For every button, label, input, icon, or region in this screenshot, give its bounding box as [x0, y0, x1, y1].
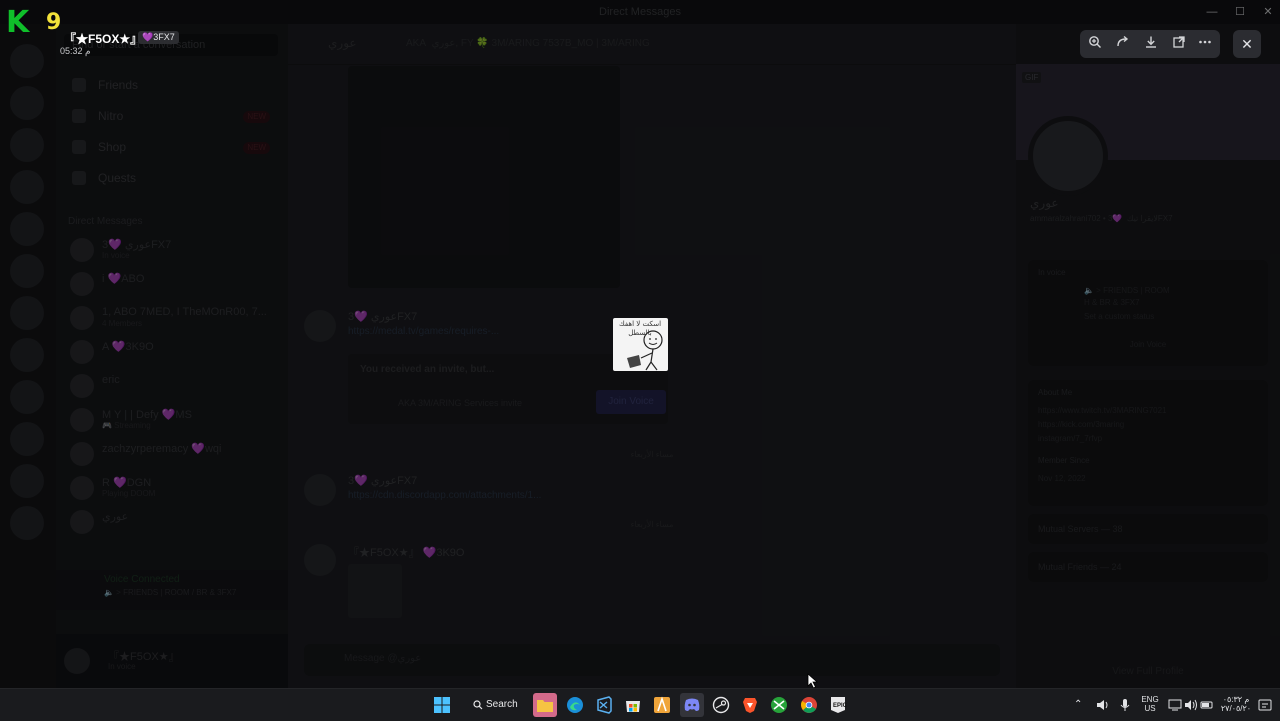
viewer-toolbar [1080, 30, 1220, 58]
clock[interactable]: م ٠٥:٣٢ ٢٧/٠٥/٢٠ [1218, 695, 1254, 713]
taskbar-search[interactable]: Search [467, 695, 521, 715]
microphone-icon[interactable] [1118, 696, 1132, 714]
uploader-tag: 💜3FX7 [138, 31, 179, 44]
microsoft-store-icon[interactable] [624, 696, 642, 714]
download-icon[interactable] [1142, 35, 1160, 53]
forward-icon[interactable] [1114, 35, 1132, 53]
open-external-icon[interactable] [1170, 35, 1188, 53]
steam-icon[interactable] [712, 696, 730, 714]
zoom-in-icon[interactable] [1086, 35, 1104, 53]
clock-time: م ٠٥:٣٢ [1222, 695, 1250, 704]
epic-games-icon[interactable]: EPIC [829, 696, 848, 714]
taskbar: Search EPIC ⌃ ENG US م ٠٥:٣٢ ٢٧/٠٥/٢٠ [0, 688, 1280, 721]
xbox-icon[interactable] [770, 696, 788, 714]
windows-start-icon[interactable] [433, 696, 451, 714]
logo-letter: K [6, 5, 30, 40]
chrome-icon[interactable] [800, 696, 818, 714]
edge-browser-icon[interactable] [566, 696, 584, 714]
svg-text:EPIC: EPIC [833, 703, 847, 709]
brave-browser-icon[interactable] [741, 696, 759, 714]
language-indicator[interactable]: ENG [1138, 695, 1162, 704]
upload-time: 05:32 م [60, 46, 91, 56]
channel-logo: K 9 [6, 5, 61, 40]
region-indicator: US [1144, 704, 1156, 713]
viewed-sticker-image[interactable]: اسكت لا اهفك بالسطل [613, 318, 668, 371]
stick-figure-drawing [627, 330, 663, 371]
tray-overflow-icon[interactable]: ⌃ [1074, 696, 1088, 714]
search-icon [473, 700, 483, 710]
speaker-icon[interactable] [1096, 696, 1110, 714]
mouse-cursor-icon [807, 673, 819, 689]
logo-number: 9 [46, 10, 62, 35]
close-viewer-button[interactable]: ✕ [1233, 30, 1261, 58]
uploader-name: 『★F5OX★』 [64, 32, 143, 46]
discord-icon[interactable] [680, 693, 704, 717]
search-label: Search [486, 699, 518, 710]
volume-icon[interactable] [1184, 696, 1198, 714]
file-explorer-icon[interactable] [533, 693, 557, 717]
app-icon[interactable] [653, 696, 671, 714]
clock-date: ٢٧/٠٥/٢٠ [1220, 704, 1252, 713]
more-icon[interactable] [1196, 35, 1214, 53]
network-icon[interactable] [1168, 696, 1182, 714]
visual-studio-icon[interactable] [595, 696, 613, 714]
notifications-icon[interactable] [1258, 696, 1272, 714]
battery-icon[interactable] [1200, 696, 1214, 714]
